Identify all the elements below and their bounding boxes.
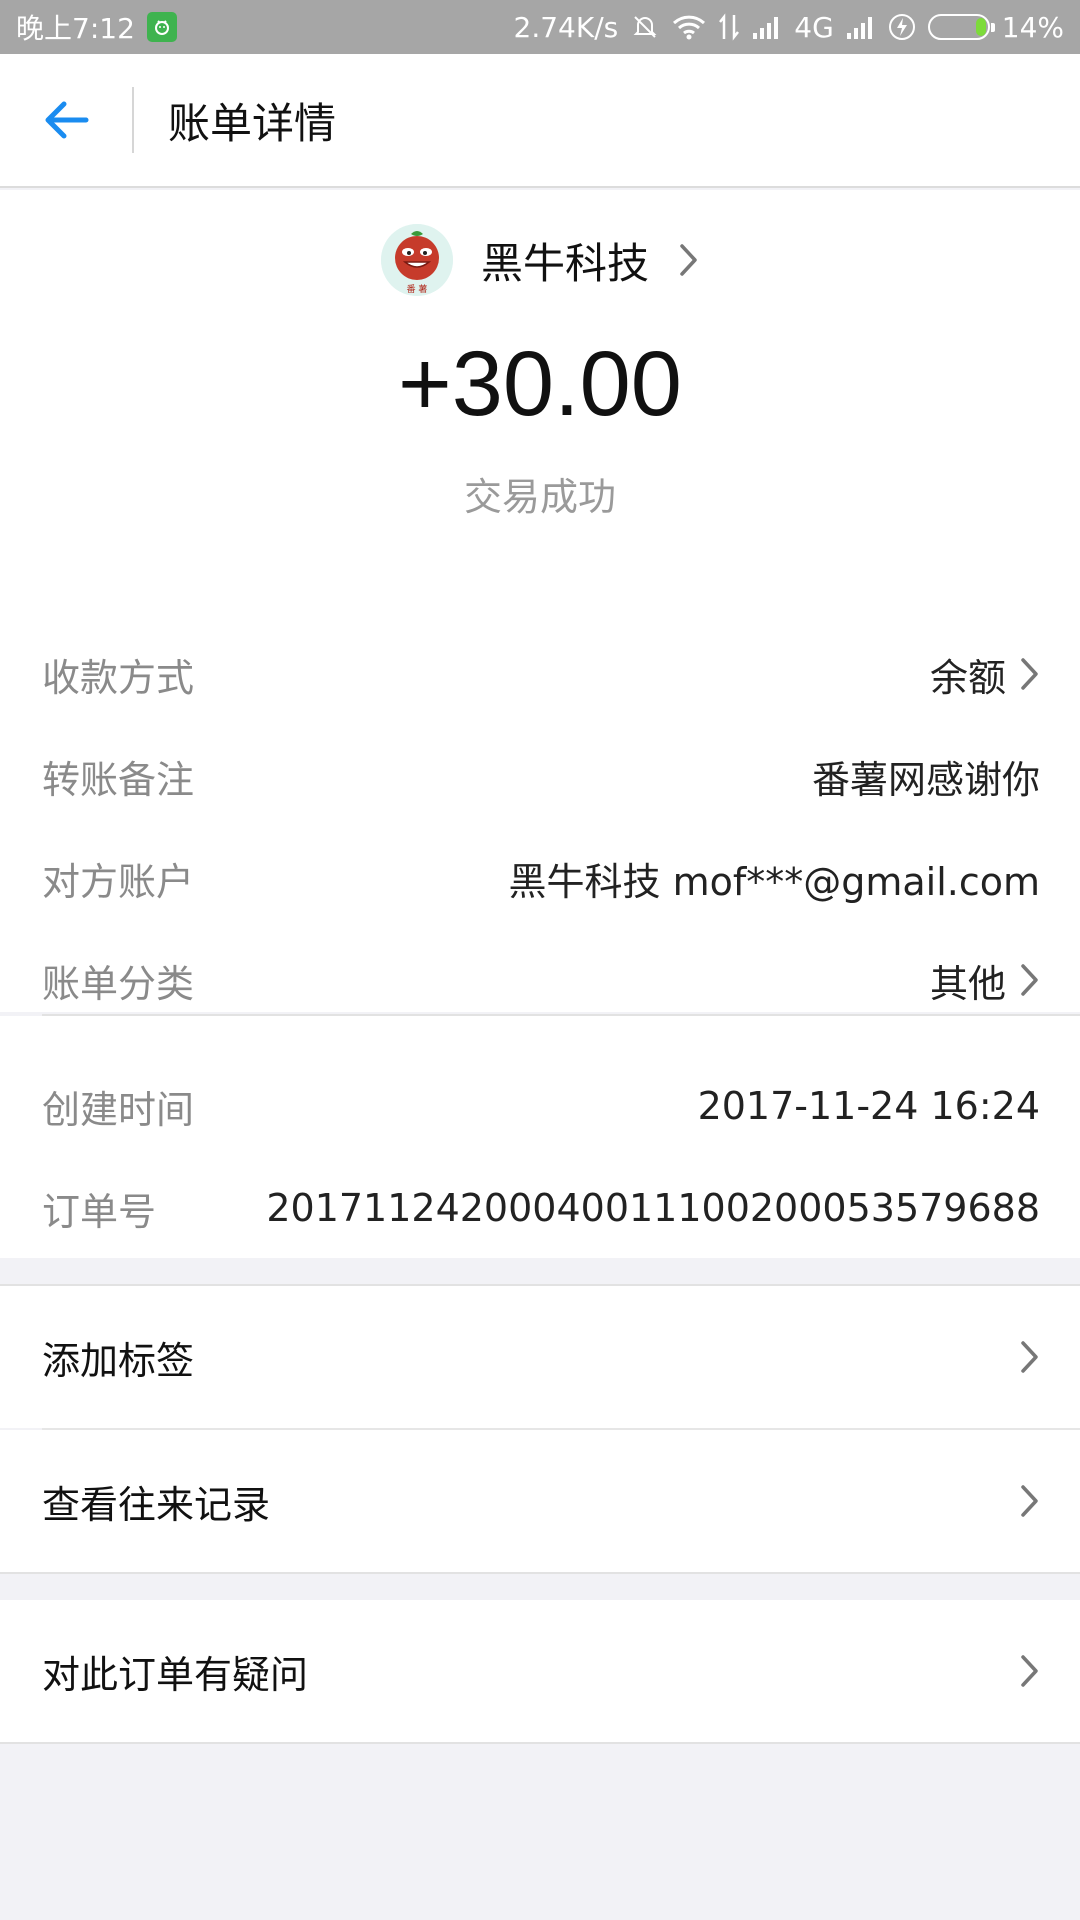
merchant-avatar: 番 薯 — [380, 224, 453, 296]
signal-icon — [752, 15, 782, 39]
detail-row-category[interactable]: 账单分类 其他 — [42, 940, 1040, 1020]
bill-summary: 番 薯 黑牛科技 +30.00 交易成功 收款方式 余额 转账备注 番薯网感谢你… — [0, 190, 1080, 1012]
detail-row-payment-method[interactable]: 收款方式 余额 — [42, 634, 1040, 714]
status-time: 晚上7:12 — [16, 12, 135, 45]
chevron-right-icon — [1021, 658, 1038, 690]
detail-value: 番薯网感谢你 — [811, 757, 1040, 802]
signal-icon-2 — [846, 15, 876, 39]
detail-value: 其他 — [929, 961, 1006, 1006]
action-label: 查看往来记录 — [42, 1482, 271, 1527]
detail-value: 黑牛科技 mof***@gmail.com — [508, 859, 1041, 904]
meta-row-order-number: 订单号 20171124200040011100200053579688 — [42, 1168, 1040, 1248]
merchant-link[interactable]: 番 薯 黑牛科技 — [0, 224, 1080, 296]
page-title: 账单详情 — [168, 98, 337, 148]
app-notification-icon — [146, 12, 177, 42]
meta-section: 创建时间 2017-11-24 16:24 订单号 20171124200040… — [0, 1016, 1080, 1258]
meta-row-created-time: 创建时间 2017-11-24 16:24 — [42, 1066, 1040, 1146]
transaction-amount: +30.00 — [398, 333, 682, 435]
detail-row-counterparty: 对方账户 黑牛科技 mof***@gmail.com — [42, 838, 1040, 918]
meta-label: 订单号 — [42, 1189, 157, 1234]
battery-icon — [927, 14, 995, 40]
network-type: 4G — [794, 10, 834, 44]
network-speed: 2.74K/s — [513, 10, 619, 44]
svg-text:番 薯: 番 薯 — [407, 283, 428, 295]
chevron-right-icon — [1021, 1485, 1038, 1517]
detail-row-transfer-note: 转账备注 番薯网感谢你 — [42, 736, 1040, 816]
divider — [0, 1742, 1080, 1744]
back-button[interactable] — [0, 53, 132, 187]
merchant-name: 黑牛科技 — [480, 238, 649, 288]
detail-label: 收款方式 — [42, 655, 195, 700]
action-label: 添加标签 — [42, 1338, 195, 1383]
detail-value: 余额 — [929, 655, 1006, 700]
app-header: 账单详情 — [0, 54, 1080, 188]
chevron-right-icon — [680, 244, 697, 276]
back-arrow-icon — [45, 101, 89, 139]
chevron-right-icon — [1021, 964, 1038, 996]
chevron-right-icon — [1021, 1655, 1038, 1687]
order-question-button[interactable]: 对此订单有疑问 — [0, 1600, 1080, 1742]
view-history-button[interactable]: 查看往来记录 — [0, 1430, 1080, 1572]
header-divider — [132, 87, 134, 153]
wifi-icon — [672, 14, 706, 40]
action-label: 对此订单有疑问 — [42, 1652, 309, 1697]
detail-label: 对方账户 — [42, 859, 195, 904]
data-arrows-icon — [718, 13, 740, 41]
mute-icon — [630, 12, 660, 42]
status-bar: 晚上7:12 2.74K/s 4G 14% — [0, 0, 1080, 54]
meta-label: 创建时间 — [42, 1087, 195, 1132]
meta-value: 2017-11-24 16:24 — [697, 1084, 1040, 1128]
chevron-right-icon — [1021, 1341, 1038, 1373]
detail-label: 账单分类 — [42, 961, 195, 1006]
transaction-status: 交易成功 — [463, 475, 616, 519]
meta-value: 20171124200040011100200053579688 — [266, 1186, 1040, 1230]
charging-icon — [888, 13, 916, 41]
detail-label: 转账备注 — [42, 757, 195, 802]
divider — [0, 1572, 1080, 1574]
add-tag-button[interactable]: 添加标签 — [0, 1286, 1080, 1428]
battery-percent: 14% — [1001, 10, 1064, 44]
